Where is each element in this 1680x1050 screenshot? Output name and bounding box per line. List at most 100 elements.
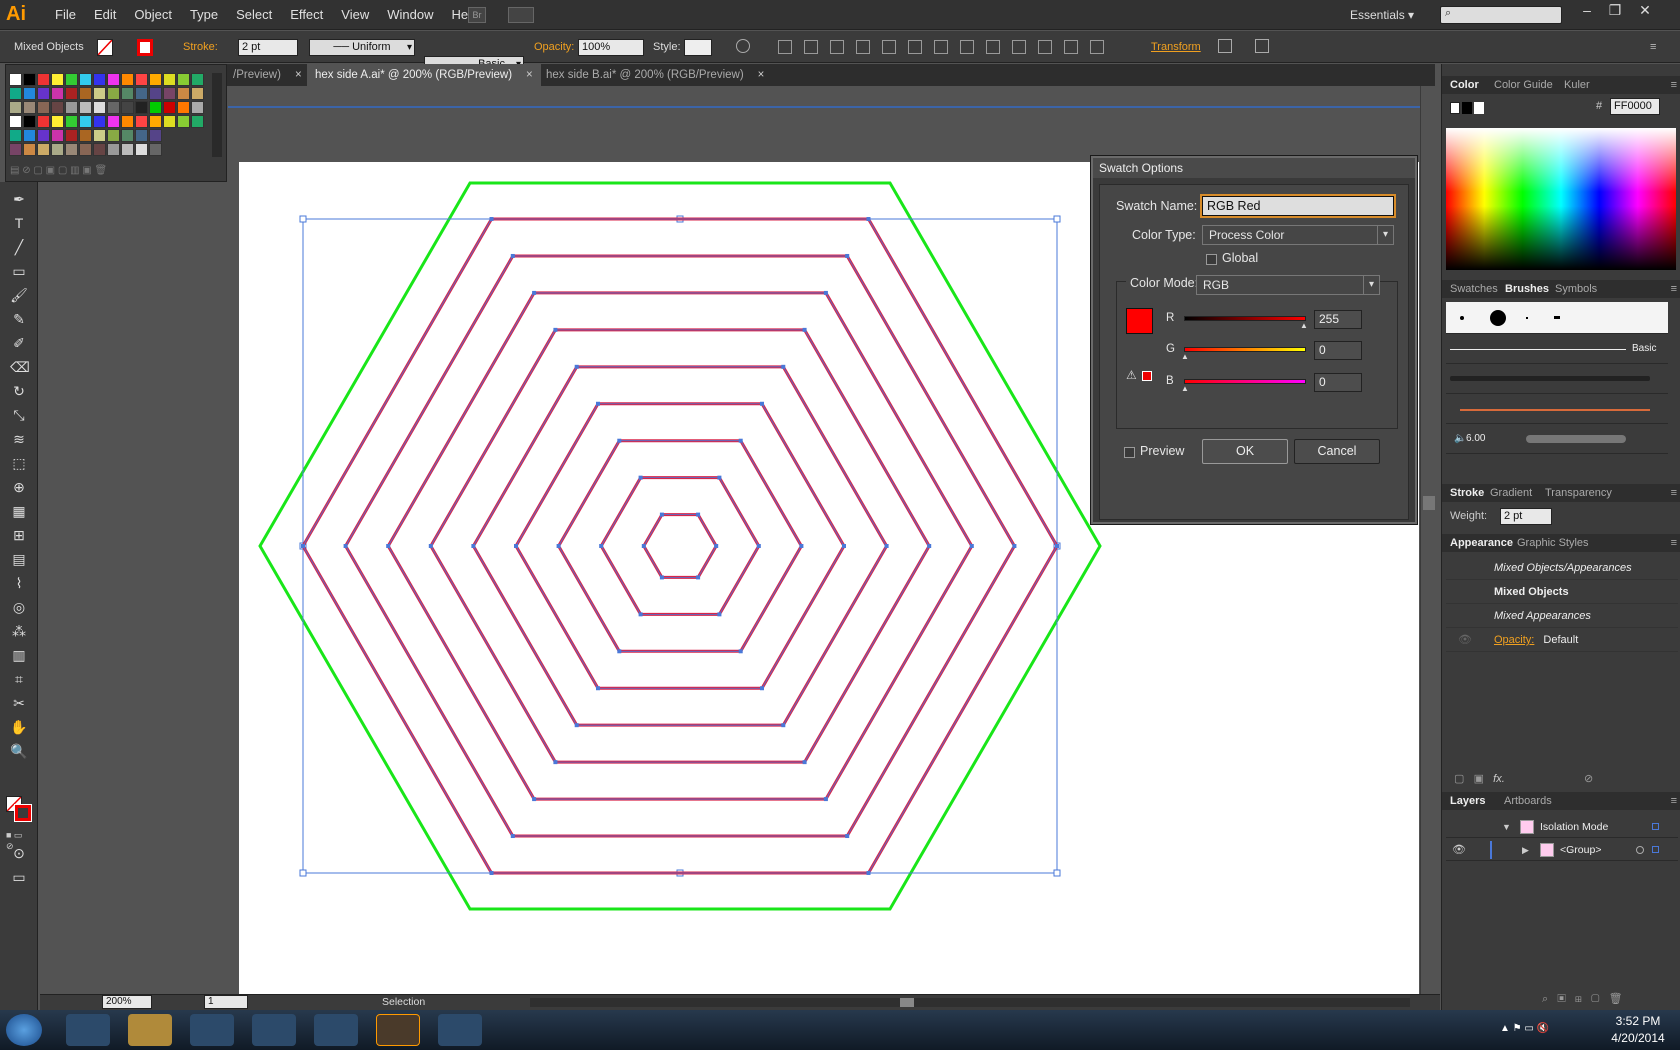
swatch-chip[interactable] [107,101,120,114]
swatch-chip[interactable] [121,87,134,100]
anchor-point[interactable] [574,723,579,728]
swatch-chip[interactable] [65,143,78,156]
appearance-row-mixed-objects[interactable]: Mixed Objects [1446,580,1678,604]
charcoal-brush-row[interactable] [1446,366,1668,394]
swatch-chip[interactable] [93,129,106,142]
selection-square-icon[interactable] [1652,846,1659,853]
menu-edit[interactable]: Edit [85,0,125,30]
appearance-row-header[interactable]: Mixed Objects/Appearances [1446,556,1678,580]
anchor-point[interactable] [386,544,391,548]
appearance-row-mixed-appearances[interactable]: Mixed Appearances [1446,604,1678,628]
red-hexagon[interactable] [599,476,761,616]
red-hexagon[interactable] [642,513,718,579]
tab-color-guide[interactable]: Color Guide [1494,76,1553,94]
align-vcenter-icon[interactable] [908,40,922,55]
swatch-chip[interactable] [191,115,204,128]
swatch-chip[interactable] [9,129,22,142]
type-tool-icon[interactable]: T [10,214,28,232]
anchor-point[interactable] [969,544,974,548]
anchor-point[interactable] [823,290,828,295]
anchor-point[interactable] [866,870,871,875]
tab-color[interactable]: Color [1450,76,1479,94]
swatch-chip[interactable] [79,115,92,128]
swatch-chip[interactable] [23,101,36,114]
anchor-point[interactable] [574,364,579,369]
opacity-field[interactable]: 100% [578,39,644,56]
expand-icon[interactable]: ▶ [1522,839,1529,861]
color-fill-icon[interactable] [1450,102,1460,114]
anchor-point[interactable] [756,544,761,548]
panel-menu-icon[interactable]: ≡ [1671,534,1677,552]
anchor-point[interactable] [510,834,515,839]
swatch-chip[interactable] [121,143,134,156]
control-bar-menu-icon[interactable]: ≡ [1650,39,1656,56]
symbol-sprayer-tool-icon[interactable]: ⁂ [10,622,28,640]
brush-tiny-icon[interactable] [1526,317,1528,319]
anchor-point[interactable] [717,475,722,480]
swatch-chip[interactable] [135,143,148,156]
swatch-chip[interactable] [79,143,92,156]
tab-layers[interactable]: Layers [1450,792,1485,810]
b-slider-handle[interactable]: ▲ [1181,384,1189,393]
tab-graphic-styles[interactable]: Graphic Styles [1517,534,1589,552]
swatch-chip[interactable] [65,87,78,100]
new-sublayer-icon[interactable]: ⊞ [1575,993,1582,1005]
swatch-chip[interactable] [93,87,106,100]
bridge-button[interactable]: Br [468,7,486,23]
anchor-point[interactable] [738,649,743,654]
bounding-box-handle[interactable] [1053,869,1061,877]
new-layer-icon[interactable]: ▢ [1591,993,1599,1005]
r-value-field[interactable]: 255 [1314,310,1362,329]
swatch-chip[interactable] [51,101,64,114]
ok-button[interactable]: OK [1202,439,1288,464]
bounding-box-handle[interactable] [299,869,307,877]
swatch-chip[interactable] [177,115,190,128]
swatch-chip[interactable] [93,73,106,86]
brush-calligraphic-icon[interactable] [1554,316,1560,319]
anchor-point[interactable] [638,612,643,617]
anchor-point[interactable] [696,512,701,517]
internet-explorer-icon[interactable] [66,1014,110,1046]
menu-select[interactable]: Select [227,0,281,30]
swatch-chip[interactable] [191,87,204,100]
swatch-chip[interactable] [37,115,50,128]
chrome-icon[interactable] [252,1014,296,1046]
tab-hex-side-b[interactable]: hex side B.ai* @ 200% (RGB/Preview) × [538,64,772,86]
anchor-point[interactable] [884,544,889,548]
swatch-chip[interactable] [23,129,36,142]
distribute-hcenter-icon[interactable] [1064,40,1078,55]
isolate-icon[interactable] [1218,39,1232,53]
horizontal-scrollbar[interactable] [530,998,1410,1007]
visibility-eye-icon[interactable]: 👁 [1452,839,1466,861]
white-chip[interactable] [1474,102,1484,114]
anchor-point[interactable] [638,475,643,480]
anchor-point[interactable] [553,327,558,332]
clear-appearance-icon[interactable]: ⊘ [1584,772,1593,785]
color-mode-icons[interactable]: ■ ▭ ⊘ [6,830,32,851]
anchor-point[interactable] [489,870,494,875]
gradient-tool-icon[interactable]: ▤ [10,550,28,568]
swatch-chip[interactable] [93,143,106,156]
swatch-chip[interactable] [163,87,176,100]
swatch-chip[interactable] [37,87,50,100]
pencil-tool-icon[interactable]: ✎ [10,310,28,328]
anchor-point[interactable] [617,649,622,654]
menu-window[interactable]: Window [378,0,442,30]
swatch-chip[interactable] [23,115,36,128]
eraser-tool-icon[interactable]: ⌫ [10,358,30,376]
anchor-point[interactable] [659,575,664,580]
scale-tool-icon[interactable]: ⤡ [10,406,28,424]
anchor-point[interactable] [343,544,348,548]
color-type-select[interactable]: Process Color ▾ [1202,225,1394,245]
panel-menu-icon[interactable]: ≡ [1671,484,1677,502]
add-stroke-icon[interactable]: ▢ [1454,773,1464,785]
tab-hex-side-a[interactable]: hex side A.ai* @ 200% (RGB/Preview) × [307,64,541,86]
swatch-chip[interactable] [149,129,162,142]
graphic-style-picker[interactable] [684,39,712,56]
collapse-icon[interactable]: ▼ [1502,816,1511,838]
bounding-box-handle[interactable] [1053,215,1061,223]
swatch-chip[interactable] [23,73,36,86]
out-of-gamut-warning-icon[interactable]: ⚠ [1126,368,1137,382]
tab-swatches[interactable]: Swatches [1450,280,1498,298]
paint-icon[interactable] [438,1014,482,1046]
